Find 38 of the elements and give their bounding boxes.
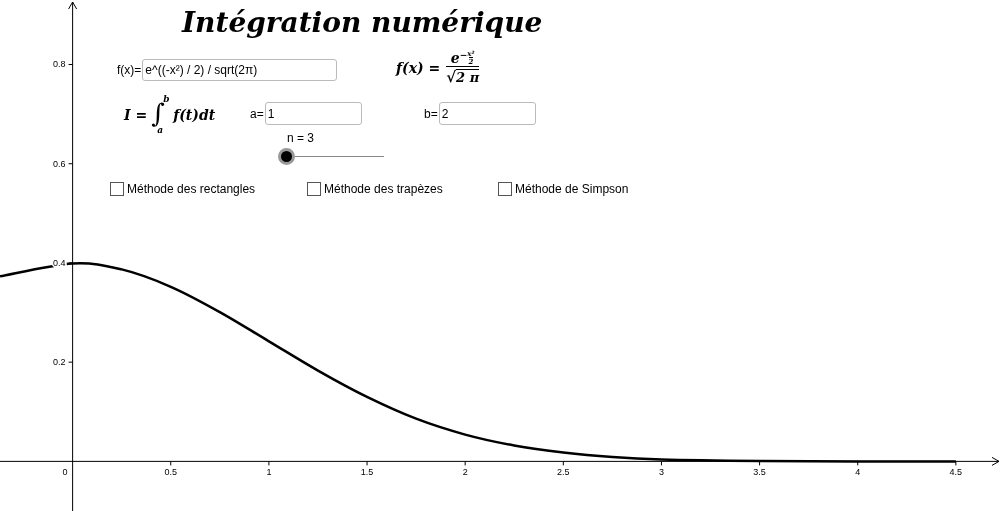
tick-label: 0.2 xyxy=(53,357,66,368)
input-label: f(x)= xyxy=(117,62,142,79)
tick-label: 2.5 xyxy=(557,467,570,478)
bound-input-field[interactable]: 2 xyxy=(438,102,536,125)
formula-text: f(t)dt xyxy=(173,105,216,125)
formula-text: √ xyxy=(446,68,457,86)
slider-label: n = 3 xyxy=(287,130,315,147)
formula-text: 2 π xyxy=(456,69,480,86)
checkbox[interactable] xyxy=(498,182,512,196)
checkbox-label: Méthode de Simpson xyxy=(515,181,629,198)
formula-text: a xyxy=(157,125,163,135)
tick-label: 0.8 xyxy=(53,59,66,70)
input-label: a= xyxy=(250,105,264,123)
tick-label: 4.5 xyxy=(949,467,963,478)
input-label: b= xyxy=(424,105,438,123)
formula-text: I = xyxy=(124,105,148,125)
tick-label: 0.5 xyxy=(164,467,177,478)
slider-thumb[interactable] xyxy=(278,148,295,165)
checkbox[interactable] xyxy=(110,182,124,196)
formula-text: b xyxy=(163,94,170,104)
tick-label: 1 xyxy=(266,467,272,478)
formula-text: e xyxy=(450,50,460,66)
title: Intégration numérique xyxy=(182,6,543,40)
formula-text: f(x) = xyxy=(396,58,441,78)
bound-input-field[interactable]: 1 xyxy=(264,102,362,125)
tick-label: 2 xyxy=(462,467,468,478)
checkbox[interactable] xyxy=(307,182,321,196)
slider[interactable] xyxy=(278,148,385,165)
formula-text: − xyxy=(459,50,468,60)
checkbox-label: Méthode des trapèzes xyxy=(324,181,443,198)
tick-label: 3.5 xyxy=(753,467,766,478)
checkbox-label: Méthode des rectangles xyxy=(127,181,256,198)
function-input-field[interactable]: e^((-x²) / 2) / sqrt(2π) xyxy=(142,59,338,81)
tick-label: 0.6 xyxy=(53,158,66,169)
tick-label: 1.5 xyxy=(360,467,374,478)
origin-label: 0 xyxy=(62,467,68,478)
tick-label: 4 xyxy=(855,467,861,478)
tick-label: 3 xyxy=(658,467,664,478)
